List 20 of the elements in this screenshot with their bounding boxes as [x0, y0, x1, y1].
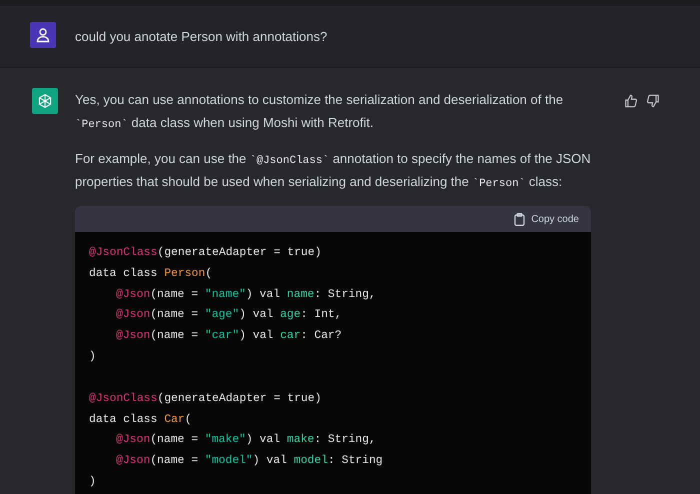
code-line: @JsonClass(generateAdapter = true) — [89, 246, 322, 261]
code-line: data class Car( — [89, 412, 193, 428]
code-line: @Json(name = "name") val name: String, — [115, 288, 377, 303]
code-line: @Json(name = "make") val make: String, — [115, 432, 377, 448]
thumbs-down-icon[interactable] — [646, 94, 660, 108]
clipboard-icon — [514, 212, 526, 226]
code-line: @Json(name = "age") val age: Int, — [115, 308, 343, 324]
code-line: ) — [89, 350, 97, 365]
code-line: @Json(name = "car") val car: Car? — [115, 328, 343, 344]
message-text: Yes, you can use annotations to customize the serialization and deserialization of the `Person` data class when using Moshi with Retrofit. — [75, 91, 564, 133]
user-avatar — [30, 22, 56, 48]
message-text: could you anotate Person with annotations? — [75, 28, 328, 46]
code-line: @JsonClass(generateAdapter = true) — [89, 392, 322, 407]
copy-code-button[interactable]: Copy code — [514, 212, 579, 226]
code-line: ) — [89, 474, 97, 490]
code-line: data class Person( — [89, 266, 214, 282]
assistant-logo — [32, 88, 58, 114]
thumbs-up-icon[interactable] — [624, 94, 638, 108]
message-text: For example, you can use the `@JsonClass` annotation to specify the names of the JSON properties that should be used when serializing and deserializing the `Person` class: — [75, 150, 592, 192]
code-line: @Json(name = "model") val model: String — [115, 454, 384, 470]
